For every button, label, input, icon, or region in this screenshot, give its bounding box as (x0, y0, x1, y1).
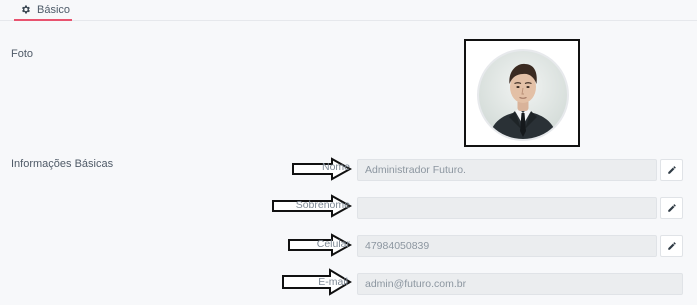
photo-section-label: Foto (11, 48, 34, 60)
nome-label: Nome (321, 161, 350, 173)
pencil-icon (667, 242, 676, 250)
edit-nome-button[interactable] (660, 159, 683, 181)
edit-celular-button[interactable] (660, 235, 683, 257)
pencil-icon (667, 204, 676, 212)
tab-basico[interactable]: Básico (14, 0, 73, 21)
profile-page: Básico Foto Informações Básicas Nome Adm… (0, 0, 697, 305)
tab-label: Básico (37, 3, 71, 16)
sobrenome-field[interactable] (357, 197, 657, 219)
gear-icon (22, 5, 30, 14)
email-label: E-mail (318, 276, 348, 288)
profile-photo-image (479, 51, 567, 139)
sobrenome-label: Sobrenome (295, 199, 350, 211)
basic-info-section-label: Informações Básicas (11, 158, 114, 170)
pencil-icon (667, 166, 676, 174)
avatar[interactable] (477, 49, 569, 141)
edit-sobrenome-button[interactable] (660, 197, 683, 219)
profile-photo-frame[interactable] (464, 39, 580, 147)
email-field: admin@futuro.com.br (357, 273, 683, 295)
celular-label: Celular (316, 238, 350, 250)
celular-field[interactable]: 47984050839 (357, 235, 657, 257)
tab-bar: Básico (0, 0, 697, 21)
nome-field[interactable]: Administrador Futuro. (357, 159, 657, 181)
